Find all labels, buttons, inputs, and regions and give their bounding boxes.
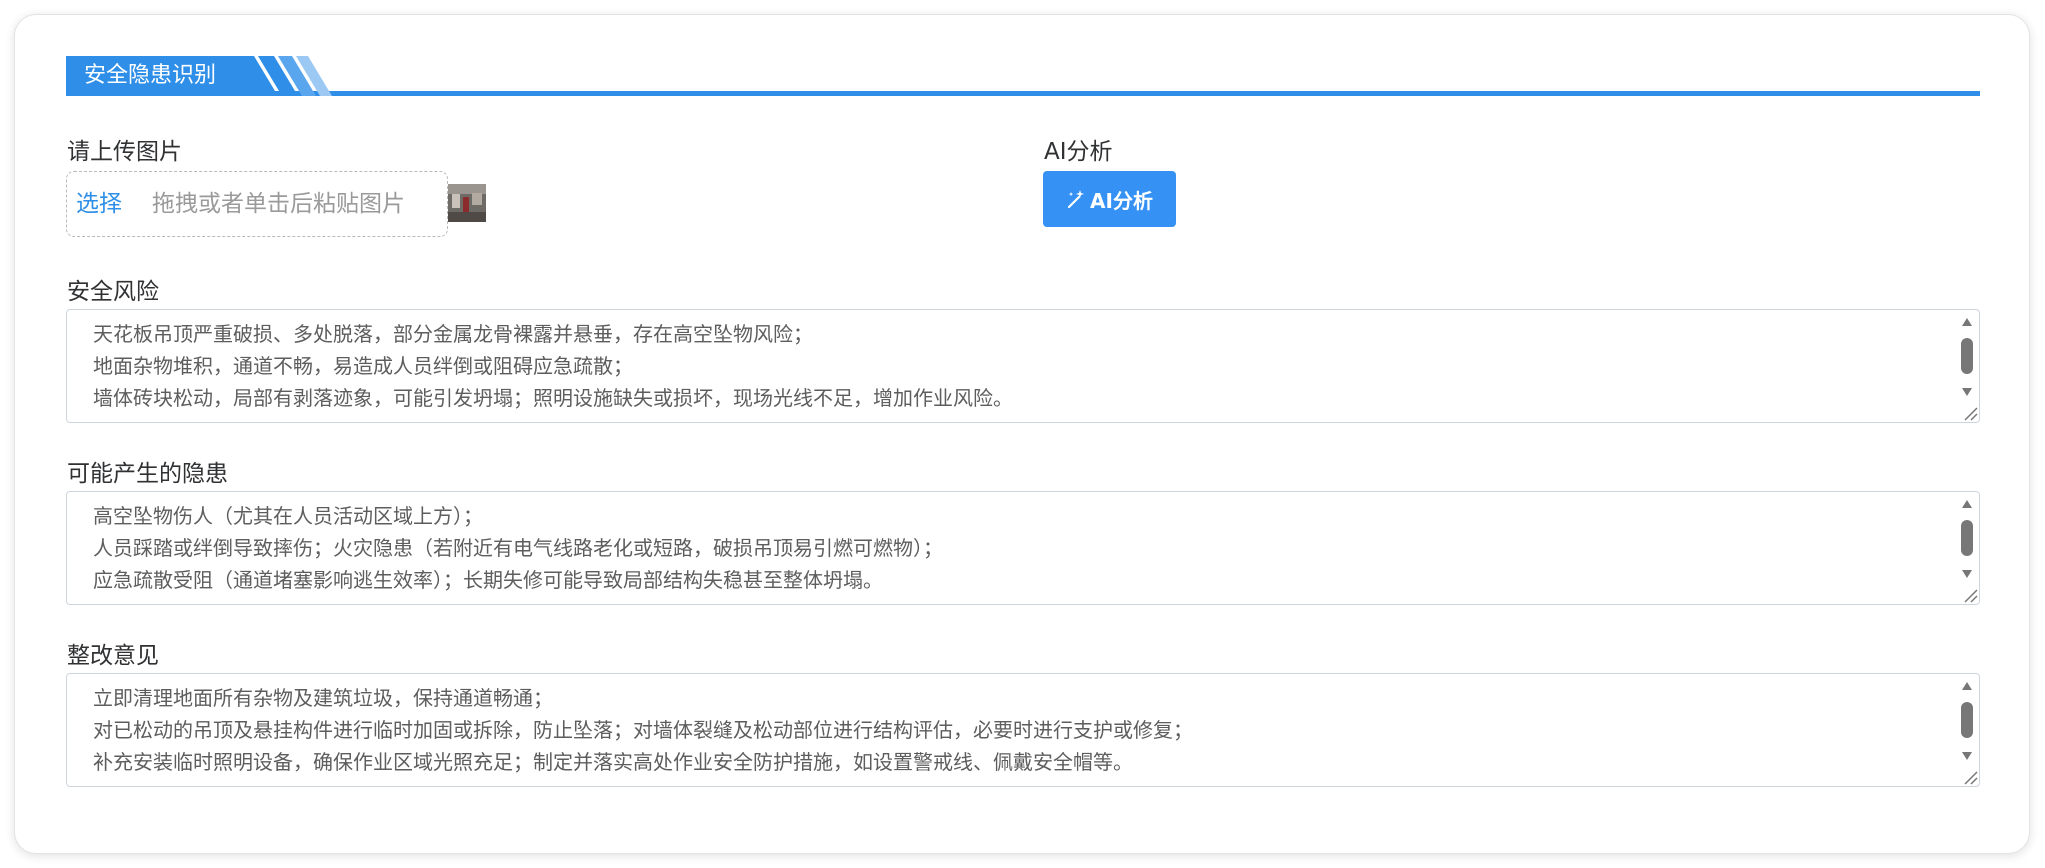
scroll-up-arrow-icon[interactable]: [1961, 680, 1973, 692]
ai-analysis-button[interactable]: AI分析: [1043, 171, 1176, 227]
section-header: 安全隐患识别: [66, 54, 1980, 96]
rectification-textarea[interactable]: 立即清理地面所有杂物及建筑垃圾，保持通道畅通； 对已松动的吊顶及悬挂构件进行临时…: [66, 673, 1980, 787]
textarea-line: 对已松动的吊顶及悬挂构件进行临时加固或拆除，防止坠落；对墙体裂缝及松动部位进行结…: [93, 718, 1193, 742]
scroll-down-arrow-icon[interactable]: [1961, 568, 1973, 580]
safety-risk-textarea[interactable]: 天花板吊顶严重破损、多处脱落，部分金属龙骨裸露并悬垂，存在高空坠物风险； 地面杂…: [66, 309, 1980, 423]
ai-analysis-button-label: AI分析: [1090, 188, 1153, 213]
resize-handle-icon[interactable]: [1959, 402, 1979, 422]
resize-handle-icon[interactable]: [1959, 584, 1979, 604]
upload-label: 请上传图片: [67, 139, 182, 165]
rectification-label: 整改意见: [67, 643, 159, 669]
textarea-line: 地面杂物堆积，通道不畅，易造成人员绊倒或阻碍应急疏散；: [93, 354, 633, 378]
scrollbar-thumb[interactable]: [1961, 702, 1973, 738]
page-title: 安全隐患识别: [66, 56, 244, 96]
safety-risk-label: 安全风险: [67, 279, 159, 305]
scroll-up-arrow-icon[interactable]: [1961, 316, 1973, 328]
scroll-up-arrow-icon[interactable]: [1961, 498, 1973, 510]
potential-hazards-textarea[interactable]: 高空坠物伤人（尤其在人员活动区域上方）； 人员踩踏或绊倒导致摔伤；火灾隐患（若附…: [66, 491, 1980, 605]
textarea-line: 墙体砖块松动，局部有剥落迹象，可能引发坍塌；照明设施缺失或损坏，现场光线不足，增…: [93, 386, 1013, 410]
textarea-line: 人员踩踏或绊倒导致摔伤；火灾隐患（若附近有电气线路老化或短路，破损吊顶易引燃可燃…: [93, 536, 943, 560]
header-stripes-decoration: [236, 56, 332, 96]
scrollbar-thumb[interactable]: [1961, 520, 1973, 556]
image-upload-dropzone[interactable]: 选择 拖拽或者单击后粘贴图片: [66, 171, 448, 237]
ai-analysis-label: AI分析: [1044, 139, 1113, 165]
textarea-scrollbar[interactable]: [1959, 678, 1975, 760]
resize-handle-icon[interactable]: [1959, 766, 1979, 786]
textarea-line: 立即清理地面所有杂物及建筑垃圾，保持通道畅通；: [93, 686, 553, 710]
uploaded-image-thumbnail[interactable]: [448, 184, 486, 222]
textarea-scrollbar[interactable]: [1959, 496, 1975, 578]
textarea-line: 补充安装临时照明设备，确保作业区域光照充足；制定并落实高处作业安全防护措施，如设…: [93, 750, 1133, 774]
upload-select-link[interactable]: 选择: [76, 172, 122, 236]
textarea-line: 应急疏散受阻（通道堵塞影响逃生效率）；长期失修可能导致局部结构失稳甚至整体坍塌。: [93, 568, 883, 592]
scroll-down-arrow-icon[interactable]: [1961, 750, 1973, 762]
scrollbar-thumb[interactable]: [1961, 338, 1973, 374]
upload-hint: 拖拽或者单击后粘贴图片: [152, 191, 405, 217]
magic-wand-icon: [1067, 190, 1085, 209]
potential-hazards-label: 可能产生的隐患: [67, 461, 228, 487]
scroll-down-arrow-icon[interactable]: [1961, 386, 1973, 398]
textarea-line: 高空坠物伤人（尤其在人员活动区域上方）；: [93, 504, 483, 528]
textarea-line: 天花板吊顶严重破损、多处脱落，部分金属龙骨裸露并悬垂，存在高空坠物风险；: [93, 322, 813, 346]
textarea-scrollbar[interactable]: [1959, 314, 1975, 396]
